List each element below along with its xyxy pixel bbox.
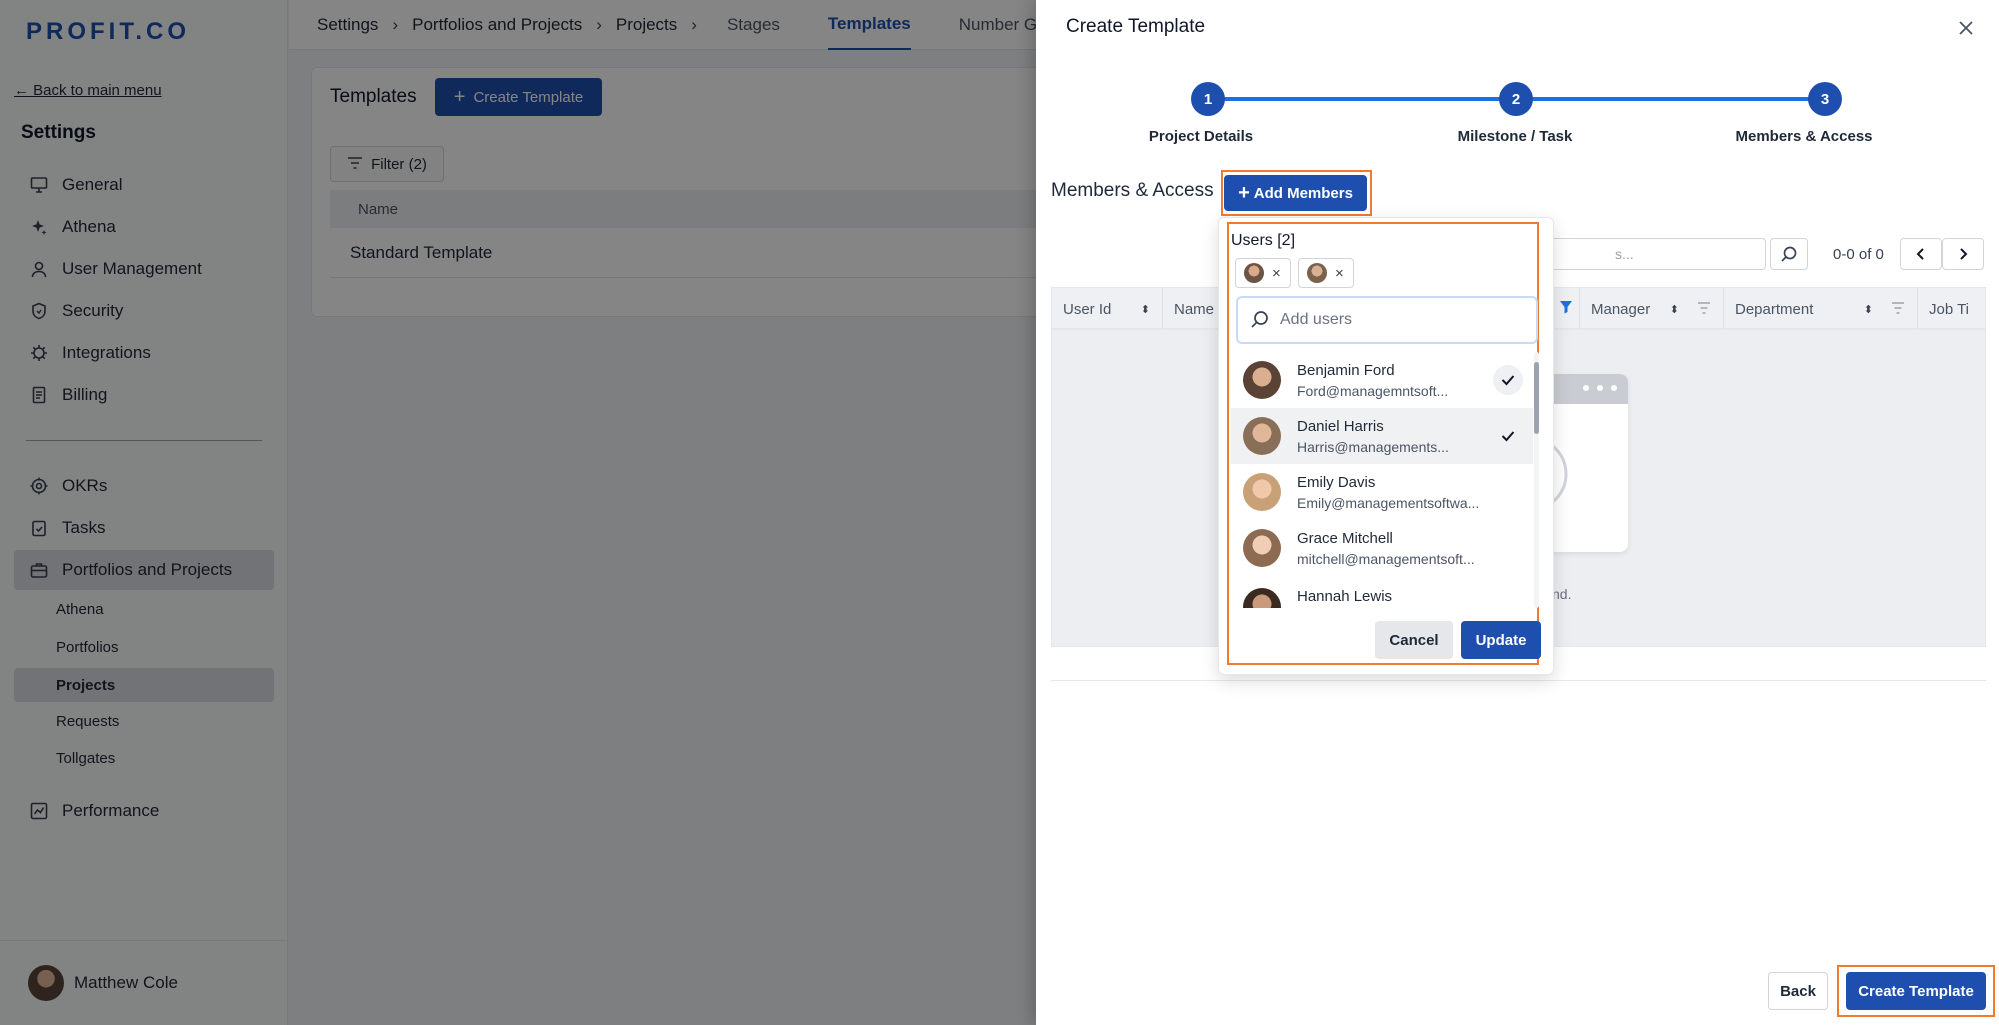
drawer-title: Create Template bbox=[1066, 16, 1206, 37]
avatar bbox=[1307, 263, 1327, 283]
add-users-dropdown: Users [2] × × Add users Benjamin Ford Fo… bbox=[1218, 217, 1554, 675]
filter-icon[interactable] bbox=[1697, 301, 1711, 318]
remove-chip-icon[interactable]: × bbox=[1335, 265, 1344, 282]
pagination-count: 0-0 of 0 bbox=[1833, 246, 1884, 263]
add-members-label: Add Members bbox=[1253, 184, 1353, 202]
user-name: Hannah Lewis bbox=[1297, 588, 1393, 605]
avatar bbox=[1243, 529, 1281, 567]
plus-icon: + bbox=[1238, 181, 1250, 204]
column-manager[interactable]: Manager ⬍ bbox=[1580, 288, 1724, 330]
column-department[interactable]: Department ⬍ bbox=[1724, 288, 1918, 330]
selected-user-chip: × bbox=[1298, 258, 1354, 288]
search-placeholder: s... bbox=[1615, 246, 1634, 262]
column-label: Job Ti bbox=[1929, 300, 1970, 318]
remove-chip-icon[interactable]: × bbox=[1272, 265, 1281, 282]
column-filter-active[interactable] bbox=[1552, 288, 1580, 330]
user-email: Emily@managementsoftwa... bbox=[1297, 494, 1480, 511]
filter-icon[interactable] bbox=[1891, 301, 1905, 318]
step-connector bbox=[1526, 97, 1836, 101]
column-label: Department bbox=[1735, 300, 1814, 318]
list-item[interactable]: Emily Davis Emily@managementsoftwa... bbox=[1231, 464, 1533, 520]
selected-user-chip: × bbox=[1235, 258, 1291, 288]
user-name: Daniel Harris bbox=[1297, 417, 1384, 435]
step-connector bbox=[1216, 97, 1526, 101]
sort-icon[interactable]: ⬍ bbox=[1864, 303, 1873, 316]
create-template-drawer: Create Template 1 2 3 Project Details Mi… bbox=[1036, 0, 1999, 1025]
column-label: Name bbox=[1174, 300, 1215, 318]
add-users-placeholder: Add users bbox=[1280, 311, 1353, 328]
step-1-indicator[interactable]: 1 bbox=[1191, 82, 1225, 116]
search-icon[interactable] bbox=[1770, 238, 1808, 270]
check-icon bbox=[1493, 365, 1523, 395]
filter-funnel-icon[interactable] bbox=[1559, 300, 1573, 318]
close-icon[interactable] bbox=[1952, 14, 1980, 42]
selected-users-count: Users [2] bbox=[1231, 232, 1296, 249]
column-label: User Id bbox=[1063, 300, 1112, 318]
add-members-button[interactable]: + Add Members bbox=[1224, 175, 1367, 211]
column-user-id[interactable]: User Id ⬍ bbox=[1052, 288, 1163, 330]
avatar bbox=[1243, 473, 1281, 511]
check-icon bbox=[1493, 421, 1523, 451]
step-1-label: Project Details bbox=[1148, 128, 1254, 145]
user-email: Harris@managements... bbox=[1297, 438, 1449, 455]
list-item[interactable]: Hannah Lewis bbox=[1231, 576, 1533, 608]
users-list-scrollbar[interactable] bbox=[1534, 352, 1539, 608]
users-list: Benjamin Ford Ford@managemntsoft... Dani… bbox=[1231, 352, 1533, 608]
search-icon bbox=[1250, 310, 1270, 335]
chevron-right-icon[interactable] bbox=[1942, 238, 1984, 270]
empty-state-text: nd. bbox=[1552, 586, 1572, 602]
chevron-left-icon[interactable] bbox=[1900, 238, 1942, 270]
step-2-label: Milestone / Task bbox=[1457, 128, 1573, 145]
column-job-title[interactable]: Job Ti bbox=[1918, 288, 1987, 330]
content-divider bbox=[1051, 680, 1986, 681]
back-button[interactable]: Back bbox=[1768, 972, 1828, 1010]
dots-icon bbox=[1583, 385, 1617, 391]
scrollbar-thumb[interactable] bbox=[1534, 362, 1539, 434]
user-name: Emily Davis bbox=[1297, 473, 1376, 491]
avatar bbox=[1243, 588, 1281, 608]
list-item[interactable]: Daniel Harris Harris@managements... bbox=[1231, 408, 1533, 464]
modal-backdrop[interactable] bbox=[0, 0, 1036, 1025]
avatar bbox=[1243, 417, 1281, 455]
step-3-label: Members & Access bbox=[1735, 128, 1873, 145]
sort-icon[interactable]: ⬍ bbox=[1141, 303, 1150, 316]
step-3-indicator[interactable]: 3 bbox=[1808, 82, 1842, 116]
user-email: Ford@managemntsoft... bbox=[1297, 382, 1449, 399]
add-users-input[interactable]: Add users bbox=[1236, 296, 1538, 344]
step-2-indicator[interactable]: 2 bbox=[1499, 82, 1533, 116]
user-name: Grace Mitchell bbox=[1297, 529, 1393, 547]
sort-icon[interactable]: ⬍ bbox=[1670, 303, 1679, 316]
avatar bbox=[1243, 361, 1281, 399]
cancel-button[interactable]: Cancel bbox=[1375, 621, 1453, 659]
user-name: Benjamin Ford bbox=[1297, 361, 1395, 379]
update-button[interactable]: Update bbox=[1461, 621, 1541, 659]
create-template-submit-button[interactable]: Create Template bbox=[1846, 972, 1986, 1010]
members-access-title: Members & Access bbox=[1051, 180, 1214, 201]
list-item[interactable]: Grace Mitchell mitchell@managementsoft..… bbox=[1231, 520, 1533, 576]
list-item[interactable]: Benjamin Ford Ford@managemntsoft... bbox=[1231, 352, 1533, 408]
column-label: Manager bbox=[1591, 300, 1651, 318]
user-email: mitchell@managementsoft... bbox=[1297, 550, 1475, 567]
avatar bbox=[1244, 263, 1264, 283]
